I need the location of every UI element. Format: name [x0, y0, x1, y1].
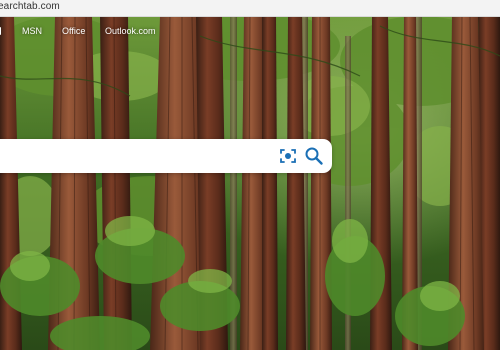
magnifier-icon	[305, 147, 323, 165]
nav-marker	[0, 27, 1, 35]
address-bar[interactable]: earchtab.com	[0, 0, 500, 17]
new-tab-page: earchtab.com MSN Office Outlook.com	[0, 0, 500, 350]
visual-search-button[interactable]	[278, 146, 298, 166]
search-box[interactable]	[0, 139, 332, 173]
outlook-link[interactable]: Outlook.com	[105, 26, 156, 36]
url-text[interactable]: earchtab.com	[0, 1, 60, 12]
background-image	[0, 16, 500, 350]
search-button[interactable]	[304, 146, 324, 166]
msn-link[interactable]: MSN	[22, 26, 42, 36]
office-link[interactable]: Office	[62, 26, 85, 36]
camera-scan-icon	[280, 149, 296, 163]
search-input[interactable]	[4, 146, 258, 168]
